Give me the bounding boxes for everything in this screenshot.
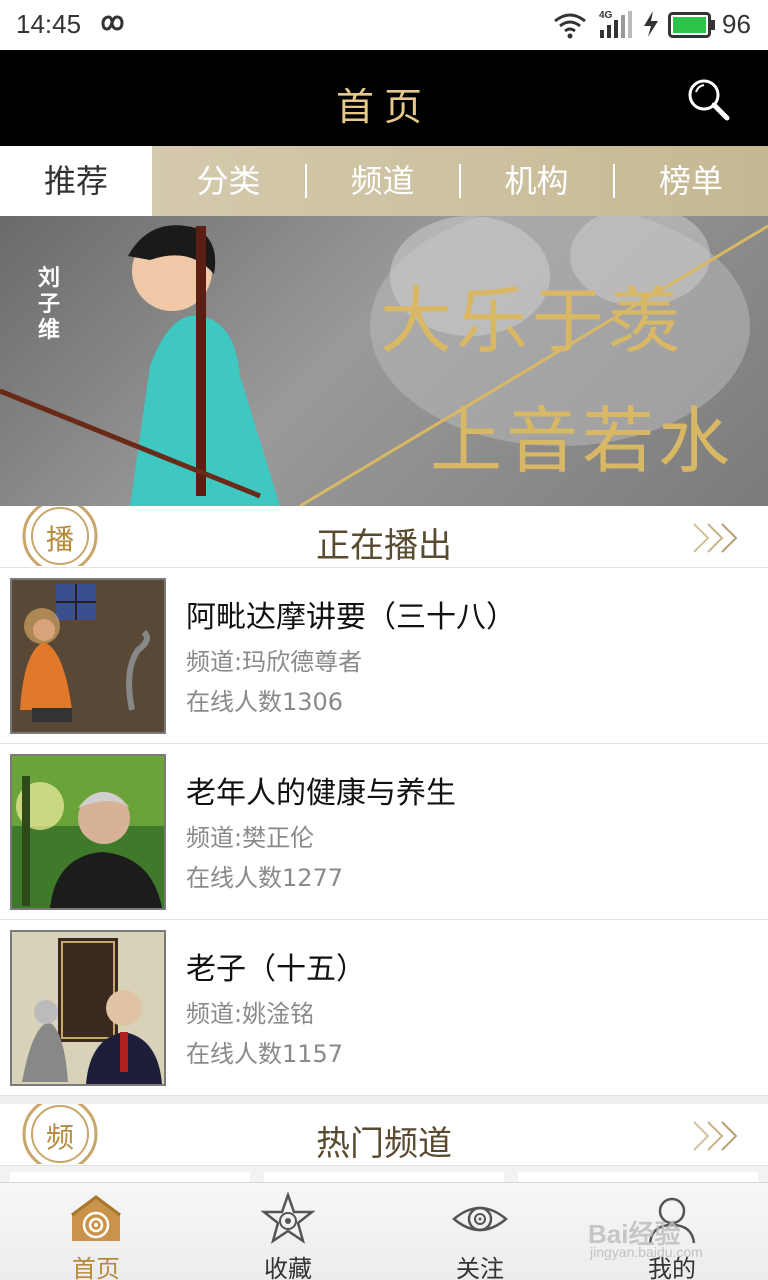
section-divider	[0, 1096, 768, 1104]
charging-icon	[644, 11, 658, 37]
status-time: 14:45	[16, 9, 82, 39]
banner-headline-1: 大乐于羡	[380, 279, 685, 363]
tab-category[interactable]: 分类	[152, 146, 305, 216]
list-item[interactable]: 老子（十五） 频道:姚淦铭 在线人数1157	[0, 920, 768, 1096]
top-tabs: 推荐 分类 频道 机构 榜单	[0, 146, 768, 216]
program-channel: 频道:樊正伦	[186, 824, 315, 852]
page-title: 首页	[335, 85, 432, 129]
channel-card[interactable]	[264, 1172, 504, 1182]
program-channel: 频道:姚淦铭	[186, 1000, 315, 1028]
app-header: 首页	[0, 50, 768, 146]
star-icon	[260, 1191, 316, 1244]
section-title: 热门频道	[316, 1124, 452, 1164]
tab-recommend[interactable]: 推荐	[0, 146, 152, 216]
program-title: 阿毗达摩讲要（三十八）	[186, 600, 516, 635]
chevron-right-icon[interactable]	[690, 1118, 742, 1154]
list-item[interactable]: 阿毗达摩讲要（三十八） 频道:玛欣德尊者 在线人数1306	[0, 568, 768, 744]
nav-label: 收藏	[264, 1255, 312, 1280]
nav-following[interactable]: 关注	[384, 1183, 576, 1280]
program-online-count: 在线人数1157	[186, 1040, 344, 1068]
nav-label: 关注	[456, 1255, 504, 1280]
section-header-hot-channels: 频 热门频道	[0, 1096, 768, 1172]
program-online-count: 在线人数1277	[186, 864, 344, 892]
banner-headline-2: 上音若水	[430, 399, 735, 483]
section-title: 正在播出	[316, 526, 452, 566]
program-online-count: 在线人数1306	[186, 688, 344, 716]
list-item[interactable]: 老年人的健康与养生 频道:樊正伦 在线人数1277	[0, 744, 768, 920]
channel-card[interactable]	[10, 1172, 250, 1182]
battery-percent: 96	[722, 9, 751, 39]
banner-artist-label: 刘子维	[37, 266, 60, 343]
program-thumbnail	[10, 754, 166, 910]
chevron-right-icon[interactable]	[690, 520, 742, 556]
channel-card[interactable]	[518, 1172, 758, 1182]
channel-cards-row	[0, 1166, 768, 1182]
tab-organization[interactable]: 机构	[460, 146, 613, 216]
wifi-icon	[554, 13, 586, 39]
program-thumbnail	[10, 930, 166, 1086]
section-header-now-playing: 播 正在播出	[0, 498, 768, 574]
program-title: 老子（十五）	[186, 952, 366, 987]
eye-icon	[452, 1206, 508, 1232]
nav-home[interactable]: 首页	[0, 1183, 192, 1280]
battery-icon	[668, 12, 715, 38]
tab-channel[interactable]: 频道	[306, 146, 459, 216]
search-icon[interactable]	[682, 74, 734, 124]
program-title: 老年人的健康与养生	[186, 776, 456, 811]
tab-ranking[interactable]: 榜单	[614, 146, 768, 216]
nav-favorites[interactable]: 收藏	[192, 1183, 384, 1280]
watermark-url: jingyan.baidu.com	[590, 1244, 703, 1260]
network-type: 4G	[599, 10, 613, 21]
program-thumbnail	[10, 578, 166, 734]
infinity-icon	[101, 15, 124, 31]
nav-label: 首页	[72, 1255, 120, 1280]
status-bar: 14:45 4G 96	[0, 0, 768, 50]
program-channel: 频道:玛欣德尊者	[186, 648, 363, 676]
home-icon	[71, 1195, 121, 1241]
